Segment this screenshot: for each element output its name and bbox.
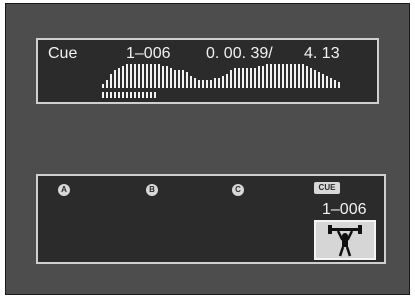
- waveform-bar: [270, 64, 272, 88]
- waveform-bar: [178, 70, 180, 88]
- waveform-bar: [138, 64, 140, 88]
- weightlifter-icon: [328, 225, 362, 257]
- waveform-bars: [102, 64, 340, 88]
- waveform-bar: [110, 74, 112, 88]
- waveform-bar: [254, 68, 256, 88]
- hotcue-a-badge[interactable]: A: [58, 184, 70, 196]
- waveform-bar: [302, 64, 304, 88]
- waveform-bar: [102, 84, 104, 88]
- waveform-bar: [294, 64, 296, 88]
- waveform-bar: [314, 70, 316, 88]
- waveform-bar: [150, 64, 152, 88]
- progress-tick: [126, 92, 128, 98]
- waveform-bar: [290, 64, 292, 88]
- waveform-bar: [278, 64, 280, 88]
- waveform-bar: [158, 64, 160, 88]
- waveform-bar: [330, 78, 332, 88]
- waveform-bar: [298, 64, 300, 88]
- waveform-bar: [186, 72, 188, 88]
- waveform-bar: [322, 74, 324, 88]
- waveform-bar: [134, 64, 136, 88]
- hotcue-panel: A B C CUE 1–006: [36, 174, 386, 264]
- waveform-bar: [122, 66, 124, 88]
- waveform-bar: [334, 80, 336, 88]
- waveform-bar: [338, 82, 340, 88]
- progress-tick: [154, 92, 156, 98]
- progress-tick: [106, 92, 108, 98]
- waveform-bar: [326, 76, 328, 88]
- waveform-bar: [202, 80, 204, 88]
- progress-tick: [138, 92, 140, 98]
- progress-tick: [142, 92, 144, 98]
- progress-tick: [122, 92, 124, 98]
- waveform-bar: [258, 66, 260, 88]
- waveform-bar: [106, 80, 108, 88]
- waveform-bar: [310, 68, 312, 88]
- progress-tick: [134, 92, 136, 98]
- waveform-bar: [266, 64, 268, 88]
- waveform-bar: [282, 64, 284, 88]
- waveform-bar: [166, 66, 168, 88]
- waveform-bar: [210, 80, 212, 88]
- waveform-bar: [246, 68, 248, 88]
- cue-badge: CUE: [314, 182, 340, 194]
- screen: Cue 1–006 0. 00. 39/ 4. 13 A B C CUE 1–0…: [5, 3, 410, 295]
- waveform-bar: [206, 80, 208, 88]
- waveform-bar: [306, 66, 308, 88]
- waveform-bar: [222, 76, 224, 88]
- hotcue-c-badge[interactable]: C: [232, 184, 244, 196]
- cue-track-number: 1–006: [322, 201, 367, 218]
- waveform-bar: [226, 74, 228, 88]
- waveform-bar: [218, 78, 220, 88]
- waveform-bar: [194, 78, 196, 88]
- waveform-bar: [142, 64, 144, 88]
- waveform-bar: [198, 80, 200, 88]
- waveform-bar: [126, 64, 128, 88]
- progress-tick: [110, 92, 112, 98]
- waveform-bar: [262, 66, 264, 88]
- waveform-bar: [146, 64, 148, 88]
- waveform-bar: [162, 66, 164, 88]
- waveform-bar: [242, 68, 244, 88]
- progress-tick: [118, 92, 120, 98]
- waveform-bar: [214, 78, 216, 88]
- waveform-display: [102, 64, 340, 98]
- waveform-bar: [114, 70, 116, 88]
- progress-tick: [102, 92, 104, 98]
- waveform-bar: [274, 64, 276, 88]
- waveform-bar: [170, 68, 172, 88]
- waveform-bar: [130, 64, 132, 88]
- waveform-bar: [238, 68, 240, 88]
- cue-thumbnail[interactable]: [314, 220, 376, 260]
- waveform-bar: [154, 64, 156, 88]
- waveform-bar: [286, 64, 288, 88]
- waveform-bar: [250, 68, 252, 88]
- waveform-bar: [230, 70, 232, 88]
- progress-tick: [150, 92, 152, 98]
- waveform-bar: [182, 70, 184, 88]
- track-info-panel: Cue 1–006 0. 00. 39/ 4. 13: [36, 38, 379, 104]
- progress-tick: [114, 92, 116, 98]
- waveform-bar: [118, 68, 120, 88]
- waveform-bar: [318, 72, 320, 88]
- hotcue-b-badge[interactable]: B: [146, 184, 158, 196]
- waveform-bar: [234, 68, 236, 88]
- progress-tick: [130, 92, 132, 98]
- progress-tick: [146, 92, 148, 98]
- waveform-bar: [174, 70, 176, 88]
- waveform-bar: [190, 76, 192, 88]
- playback-progress-bar: [102, 92, 156, 98]
